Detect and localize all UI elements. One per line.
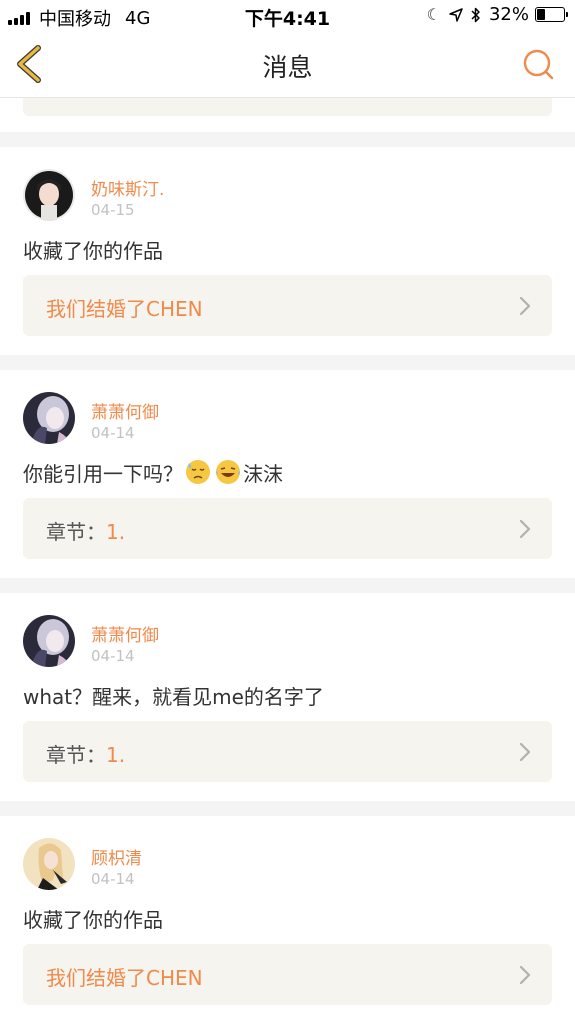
- chapter-link-text: 章节：1.: [46, 739, 125, 768]
- status-right: ☾ 32%: [419, 4, 568, 25]
- work-link-text: 我们结婚了CHEN: [46, 962, 203, 991]
- chapter-link[interactable]: 章节：1.: [23, 721, 552, 782]
- avatar-image: [23, 169, 75, 221]
- avatar-image: [23, 615, 75, 667]
- link-title: 1.: [106, 743, 126, 767]
- username[interactable]: 顾枳清: [91, 844, 142, 869]
- card-divider: [0, 132, 575, 147]
- username[interactable]: 萧萧何御: [91, 398, 159, 423]
- message-content: 收藏了你的作品: [23, 908, 163, 932]
- location-arrow-icon: [449, 7, 463, 22]
- chapter-link[interactable]: 章节：1.: [23, 498, 552, 559]
- message-card: 萧萧何御 04-14 你能引用一下吗？ 沫沫 章节：1.: [0, 370, 575, 578]
- message-card: 顾枳清 04-14 收藏了你的作品 我们结婚了CHEN: [0, 816, 575, 1024]
- page-title: 消息: [262, 53, 313, 82]
- message-text-tail: 沫沫: [243, 462, 283, 486]
- avatar-image: [23, 838, 75, 890]
- message-card: 奶味斯汀. 04-15 收藏了你的作品 我们结婚了CHEN: [0, 147, 575, 355]
- work-link[interactable]: 我们结婚了CHEN: [23, 275, 552, 336]
- avatar-image: [23, 392, 75, 444]
- link-title: 我们结婚了CHEN: [46, 297, 203, 321]
- message-text: 你能引用一下吗？: [23, 462, 183, 486]
- message-card-partial: [0, 98, 575, 132]
- username[interactable]: 奶味斯汀.: [91, 175, 164, 200]
- moon-icon: ☾: [426, 5, 441, 24]
- message-content: 你能引用一下吗？ 沫沫: [23, 458, 283, 487]
- messages-screen: 中国移动 4G 下午4:41 ☾ 32% 消息 奶味斯汀. 04-15 收藏了你…: [0, 0, 575, 1024]
- message-date: 04-14: [91, 424, 135, 442]
- message-card: 萧萧何御 04-14 what？醒来，就看见me的名字了 章节：1.: [0, 593, 575, 801]
- card-divider: [0, 355, 575, 370]
- avatar[interactable]: [23, 169, 75, 221]
- link-title: 我们结婚了CHEN: [46, 966, 203, 990]
- link-box-partial[interactable]: [23, 98, 552, 116]
- work-link[interactable]: 我们结婚了CHEN: [23, 944, 552, 1005]
- message-content: what？醒来，就看见me的名字了: [23, 685, 324, 709]
- link-prefix: 章节：: [46, 743, 106, 767]
- chevron-right-icon: [519, 742, 531, 762]
- work-link-text: 我们结婚了CHEN: [46, 293, 203, 322]
- chapter-link-text: 章节：1.: [46, 516, 125, 545]
- avatar[interactable]: [23, 838, 75, 890]
- message-feed[interactable]: 奶味斯汀. 04-15 收藏了你的作品 我们结婚了CHEN 萧萧何御 04-14…: [0, 98, 575, 1024]
- search-icon[interactable]: [521, 47, 555, 81]
- avatar[interactable]: [23, 392, 75, 444]
- chevron-right-icon: [519, 519, 531, 539]
- nav-bar: 消息: [0, 32, 575, 98]
- laughing-tears-emoji-icon: [216, 460, 240, 484]
- message-date: 04-15: [91, 201, 135, 219]
- chevron-right-icon: [519, 296, 531, 316]
- chevron-right-icon: [519, 965, 531, 985]
- message-date: 04-14: [91, 870, 135, 888]
- bluetooth-icon: [471, 7, 480, 22]
- avatar[interactable]: [23, 615, 75, 667]
- card-divider: [0, 578, 575, 593]
- battery-fill: [537, 9, 546, 20]
- message-content: 收藏了你的作品: [23, 239, 163, 263]
- card-divider: [0, 801, 575, 816]
- username[interactable]: 萧萧何御: [91, 621, 159, 646]
- status-bar: 中国移动 4G 下午4:41 ☾ 32%: [0, 0, 575, 32]
- battery-percent: 32%: [488, 4, 529, 25]
- battery-icon: [535, 7, 568, 22]
- link-prefix: 章节：: [46, 520, 106, 544]
- message-date: 04-14: [91, 647, 135, 665]
- link-title: 1.: [106, 520, 126, 544]
- sweat-emoji-icon: [186, 460, 210, 484]
